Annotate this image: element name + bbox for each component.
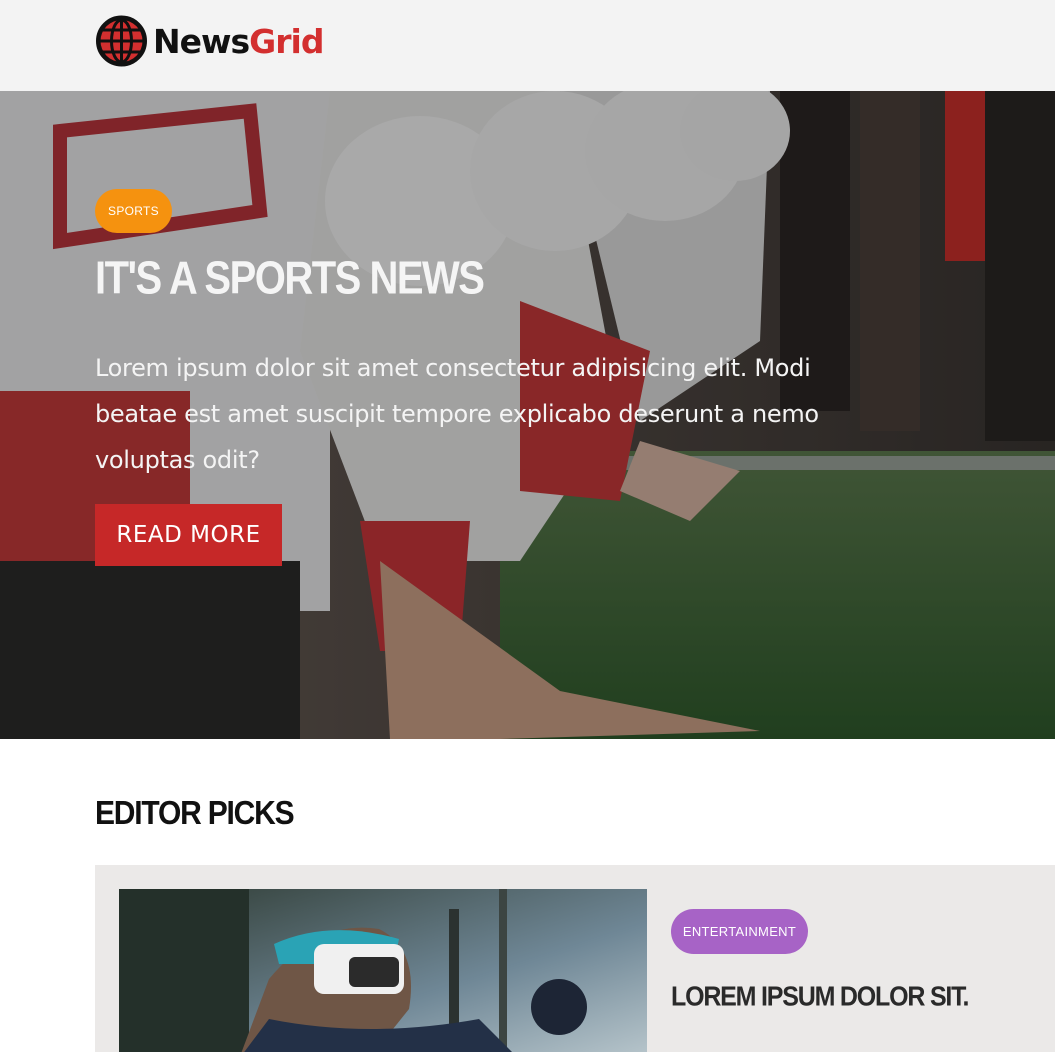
read-more-button[interactable]: READ MORE — [95, 504, 282, 566]
hero-banner: SPORTS IT'S A SPORTS NEWS Lorem ipsum do… — [0, 91, 1055, 739]
editor-picks-heading: EDITOR PICKS — [95, 795, 295, 832]
logo-text-grid: Grid — [249, 21, 324, 61]
hero-title: IT'S A SPORTS NEWS — [95, 253, 485, 304]
hero-description: Lorem ipsum dolor sit amet consectetur a… — [95, 354, 819, 474]
site-logo[interactable]: NewsGrid — [95, 14, 324, 68]
globe-icon — [95, 14, 148, 68]
editor-pick-card[interactable]: ENTERTAINMENT LOREM IPSUM DOLOR SIT. — [95, 865, 1055, 1052]
card-title[interactable]: LOREM IPSUM DOLOR SIT. — [671, 981, 969, 1013]
category-badge-sports[interactable]: SPORTS — [95, 189, 172, 233]
logo-text-news: News — [153, 21, 250, 61]
logo-wordmark: NewsGrid — [153, 21, 324, 61]
card-image[interactable] — [119, 889, 647, 1052]
category-badge-entertainment[interactable]: ENTERTAINMENT — [671, 909, 808, 954]
site-header: NewsGrid — [0, 0, 1055, 91]
